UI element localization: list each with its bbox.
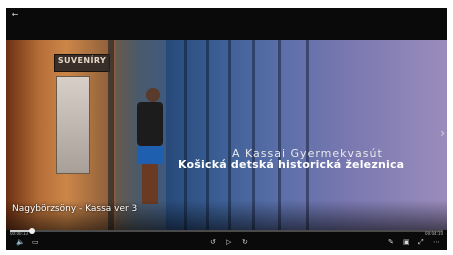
person-shorts bbox=[137, 146, 163, 164]
edit-icon[interactable]: ✎ bbox=[388, 238, 394, 246]
person-head bbox=[146, 88, 160, 102]
control-bar: 00:00:13 00:04:10 🔈 ▭ ↺ ▷ ↻ ✎ ▣ ⤢ ⋯ bbox=[6, 228, 447, 250]
caption-slovak: Košická detská historická železnica bbox=[178, 158, 405, 171]
person-body bbox=[137, 102, 163, 146]
next-chevron-icon[interactable]: › bbox=[440, 126, 445, 140]
back-arrow-icon[interactable]: ← bbox=[10, 10, 20, 20]
shop-door bbox=[56, 76, 90, 174]
video-frame[interactable]: SUVENÍRY A Kassai Gyermekvasút Košická d… bbox=[6, 40, 447, 230]
shop-sign: SUVENÍRY bbox=[54, 54, 110, 72]
video-player: ← SUVENÍRY A Kassai Gyermekvasút Košická… bbox=[6, 8, 447, 250]
volume-icon[interactable]: 🔈 bbox=[16, 238, 25, 246]
title-bar: ← bbox=[6, 8, 447, 40]
time-elapsed: 00:00:13 bbox=[10, 231, 28, 236]
miniview-icon[interactable]: ▣ bbox=[403, 238, 410, 246]
subtitles-icon[interactable]: ▭ bbox=[32, 238, 39, 246]
rewind-icon[interactable]: ↺ bbox=[210, 238, 216, 246]
shop-sign-text: SUVENÍRY bbox=[57, 56, 107, 65]
more-icon[interactable]: ⋯ bbox=[433, 238, 440, 246]
person-legs bbox=[142, 164, 158, 204]
fullscreen-icon[interactable]: ⤢ bbox=[418, 238, 424, 246]
seek-handle[interactable] bbox=[28, 228, 35, 234]
caption-title: Nagybörzsöny - Kassa ver 3 bbox=[12, 204, 138, 214]
play-icon[interactable]: ▷ bbox=[226, 238, 231, 246]
seek-bar[interactable] bbox=[10, 228, 443, 234]
time-total: 00:04:10 bbox=[425, 231, 443, 236]
forward-icon[interactable]: ↻ bbox=[242, 238, 248, 246]
